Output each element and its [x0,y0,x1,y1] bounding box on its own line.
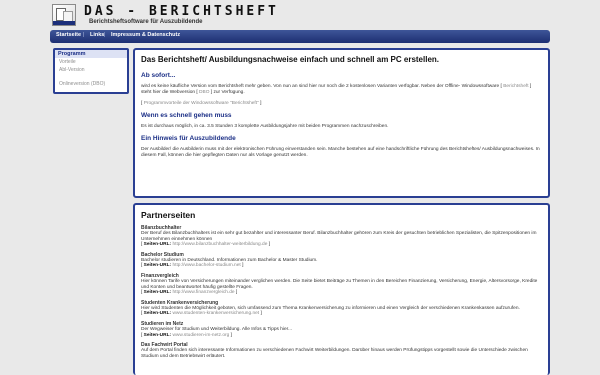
nav-links[interactable]: Links [90,32,104,38]
text-fragment: ] zur Verfügung. [210,90,245,95]
section-text-schnell: Es ist durchaus möglich, in ca. 3.5 Stun… [141,124,389,129]
nav-separator: | [83,32,85,38]
url-label: Seiten-URL: [143,242,172,248]
nav-startseite[interactable]: Startseite [56,32,81,38]
partner-item: Studenten Krankenversicherung Hier wird … [141,300,542,317]
partner-description: Der Beruf des Bilanzbuchhalters ist ein … [141,231,537,242]
partner-description: Auf dem Portal finden sich interessante … [141,348,528,359]
url-label: Seiten-URL: [143,332,172,338]
link-dbo[interactable]: DBO [199,90,209,95]
partner-url[interactable]: http://www.bachelor-studium.net [172,263,240,268]
link-berichtsheft[interactable]: Berichtsheft [503,84,528,89]
logo-icon[interactable] [52,4,76,26]
section-text-hinweis: Der Ausbilder/ die Ausbilderin muss mit … [141,147,540,158]
sidebar-item-vorteile[interactable]: Vorteile [55,58,127,66]
sidebar-item-abl-version[interactable]: Abl-Version [55,66,127,74]
partner-url[interactable]: http://www.bilanzbuchhalter-weiterbildun… [172,242,267,247]
site-subtitle: Berichtsheftsoftware für Auszubildende [89,19,203,25]
partner-panel: Partnerseiten Bilanzbuchhalter Der Beruf… [133,203,550,375]
partner-item: Finanzvergleich Hier können Tarife von V… [141,273,542,296]
partner-url[interactable]: www.studieren-im-netz.org [172,333,229,338]
section-text-ab-sofort: wird es keine käufliche Version vom Beri… [141,84,542,96]
partner-url-line: [ Seiten-URL: http://www.finanzvergleich… [141,290,238,296]
url-label: Seiten-URL: [143,263,172,269]
section-heading-ab-sofort: Ab sofort... [141,72,176,79]
link-programmvorteile[interactable]: Programmvorteile der Windowssoftware "Be… [144,101,259,106]
sidebar-heading: Programm [55,50,127,58]
nav-separator: | [104,32,106,38]
partner-item: Das Fachwirt Portal Auf dem Portal finde… [141,342,542,359]
section-heading-schnell: Wenn es schnell gehen muss [141,112,232,119]
partner-item: Bilanzbuchhalter Der Beruf des Bilanzbuc… [141,225,542,248]
url-label: Seiten-URL: [143,290,172,296]
main-nav: Startseite | Links | Impressum & Datensc… [50,30,550,43]
sidebar: Programm Vorteile Abl-Version Onlinevers… [53,48,129,94]
sidebar-item-onlineversion[interactable]: Onlineversion (DBO) [55,80,127,88]
site-title[interactable]: DAS - BERICHTSHEFT [84,4,279,19]
partner-heading: Partnerseiten [141,210,196,220]
partner-url-line: [ Seiten-URL: www.studenten-krankenversi… [141,311,262,317]
partner-item: Bachelor Studium Bachelor studieren in D… [141,252,542,269]
partner-url-line: [ Seiten-URL: http://www.bilanzbuchhalte… [141,242,271,248]
intro-panel: Das Berichtsheft/ Ausbildungsnachweise e… [133,48,550,198]
partner-description: Hier können Tarife von Versicherungen mi… [141,278,538,290]
nav-impressum[interactable]: Impressum & Datenschutz [111,32,180,38]
partner-url[interactable]: www.studenten-krankenversicherung.net [172,311,259,316]
text-fragment: wird es keine käufliche Version vom Beri… [141,84,502,89]
site-header: DAS - BERICHTSHEFT Berichtsheftsoftware … [0,0,600,28]
partner-url-line: [ Seiten-URL: www.studieren-im-netz.org … [141,332,232,338]
partner-item: Studieren im Netz Der Wegweiser für Stud… [141,321,542,338]
bracket: [ [141,101,143,106]
programmvorteile-line: [ Programmvorteile der Windowssoftware "… [141,101,542,107]
bracket: ] [260,101,262,106]
url-label: Seiten-URL: [143,311,172,317]
partner-url[interactable]: http://www.finanzvergleich.de [172,290,234,295]
page-title: Das Berichtsheft/ Ausbildungsnachweise e… [141,55,440,64]
partner-url-line: [ Seiten-URL: http://www.bachelor-studiu… [141,263,244,269]
section-heading-hinweis: Ein Hinweis für Auszubildende [141,135,236,142]
